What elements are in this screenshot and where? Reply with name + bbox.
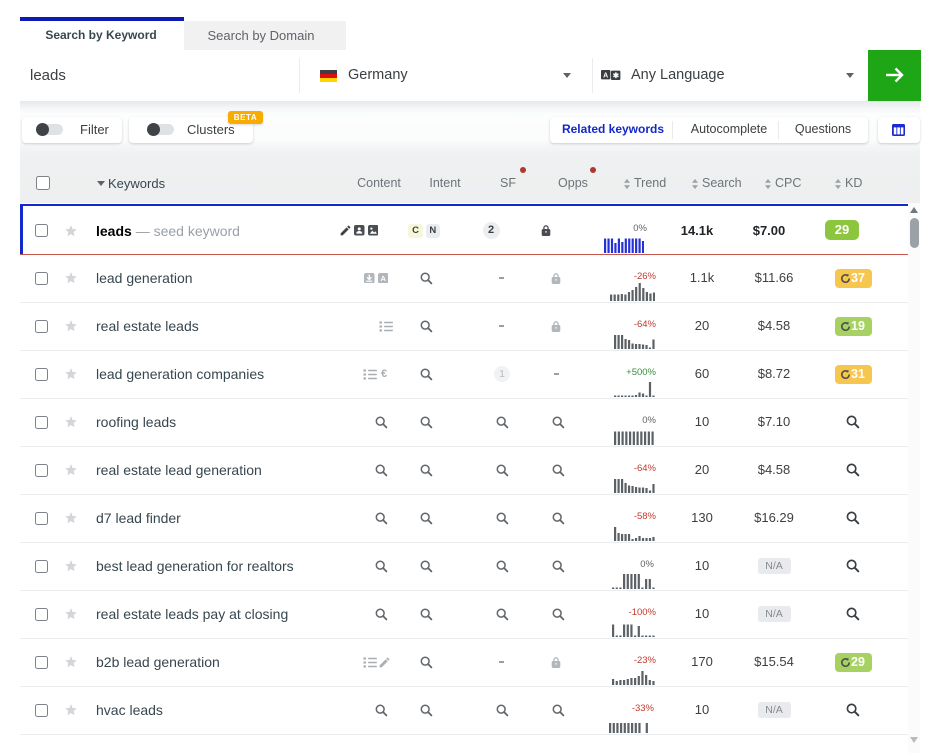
svg-text:A: A bbox=[380, 274, 386, 283]
svg-text:A: A bbox=[603, 72, 608, 79]
svg-text:✱: ✱ bbox=[613, 71, 619, 80]
